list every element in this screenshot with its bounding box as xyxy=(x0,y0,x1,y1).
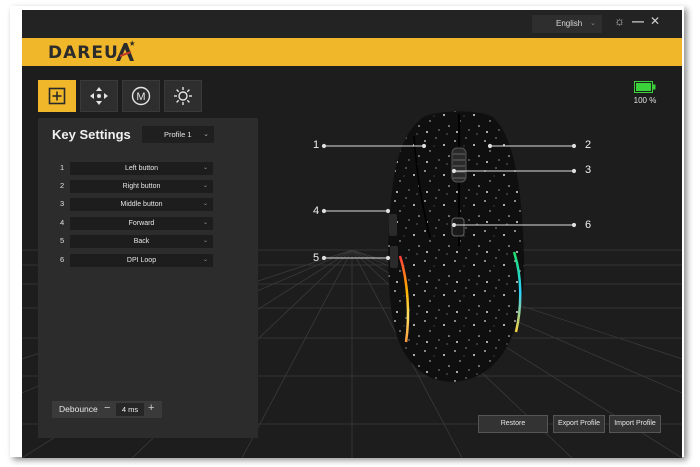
app-window: English ⌄ ☼ — ✕ DAREU M 100 % Key Settin… xyxy=(22,10,682,458)
key-row: 4 Forward ⌄ xyxy=(38,217,258,231)
key-action-label: Middle button xyxy=(120,201,163,208)
callout-3: 3 xyxy=(585,164,592,176)
chevron-down-icon: ⌄ xyxy=(202,257,208,263)
tab-key-settings[interactable] xyxy=(38,80,76,112)
key-action-select[interactable]: Forward ⌄ xyxy=(70,217,213,230)
logo-mark-icon xyxy=(116,40,135,61)
panel-title: Key Settings xyxy=(52,127,131,142)
chevron-down-icon: ⌄ xyxy=(202,220,208,226)
callout-6: 6 xyxy=(585,219,592,231)
callout-4: 4 xyxy=(313,205,320,217)
move-arrows-icon xyxy=(90,87,108,105)
title-bar: English ⌄ ☼ — ✕ xyxy=(22,10,682,38)
language-select[interactable]: English ⌄ xyxy=(532,15,602,33)
tab-lighting[interactable] xyxy=(164,80,202,112)
key-action-select[interactable]: DPI Loop ⌄ xyxy=(70,254,213,267)
minimize-icon[interactable]: — xyxy=(632,14,644,28)
key-number: 5 xyxy=(60,236,65,245)
key-number: 3 xyxy=(60,199,65,208)
battery-icon xyxy=(634,81,656,93)
restore-button[interactable]: Restore xyxy=(478,415,548,433)
export-profile-button[interactable]: Export Profile xyxy=(553,415,605,433)
key-row: 3 Middle button ⌄ xyxy=(38,198,258,212)
import-profile-button[interactable]: Import Profile xyxy=(609,415,661,433)
debounce-value[interactable]: 4 ms xyxy=(116,403,144,416)
profile-select[interactable]: Profile 1 ⌄ xyxy=(142,126,214,143)
svg-text:M: M xyxy=(136,91,145,103)
key-action-label: Left button xyxy=(124,165,159,172)
key-row: 6 DPI Loop ⌄ xyxy=(38,254,258,268)
profile-label: Profile 1 xyxy=(164,130,192,139)
debounce-label: Debounce xyxy=(59,404,98,414)
key-action-select[interactable]: Back ⌄ xyxy=(70,235,213,248)
chevron-down-icon: ⌄ xyxy=(202,165,208,171)
key-number: 4 xyxy=(60,218,65,227)
debounce-decrease-button[interactable]: − xyxy=(104,402,110,414)
callout-1: 1 xyxy=(313,139,320,151)
key-action-label: Back xyxy=(133,238,150,245)
language-label: English xyxy=(556,19,583,28)
chevron-down-icon: ⌄ xyxy=(202,183,208,189)
chevron-down-icon: ⌄ xyxy=(590,20,596,27)
battery-level: 100 % xyxy=(633,96,657,105)
callout-lines xyxy=(321,143,577,261)
callout-5: 5 xyxy=(313,252,320,264)
key-row: 5 Back ⌄ xyxy=(38,235,258,249)
key-number: 2 xyxy=(60,181,65,190)
chevron-down-icon: ⌄ xyxy=(202,201,208,207)
key-number: 1 xyxy=(60,163,65,172)
key-action-select[interactable]: Left button ⌄ xyxy=(70,162,213,175)
dareu-logo: DAREU xyxy=(48,43,119,63)
tab-dpi[interactable] xyxy=(80,80,118,112)
debounce-increase-button[interactable]: + xyxy=(148,402,154,414)
key-action-select[interactable]: Right button ⌄ xyxy=(70,180,213,193)
m-circle-icon: M xyxy=(131,86,151,106)
key-number: 6 xyxy=(60,255,65,264)
chevron-down-icon: ⌄ xyxy=(203,131,209,138)
sun-icon xyxy=(174,87,192,105)
gear-icon[interactable]: ☼ xyxy=(614,14,625,28)
chevron-down-icon: ⌄ xyxy=(202,238,208,244)
debounce-control: Debounce − 4 ms + xyxy=(52,401,162,418)
key-row: 1 Left button ⌄ xyxy=(38,162,258,176)
callout-2: 2 xyxy=(585,139,592,151)
tab-macro[interactable]: M xyxy=(122,80,160,112)
key-action-label: Forward xyxy=(128,220,155,227)
close-icon[interactable]: ✕ xyxy=(650,14,660,28)
key-row: 2 Right button ⌄ xyxy=(38,180,258,194)
key-action-label: Right button xyxy=(122,183,161,190)
plus-square-icon xyxy=(48,87,66,105)
key-action-label: DPI Loop xyxy=(126,257,157,264)
key-settings-panel: Key Settings Profile 1 ⌄ 1 Left button ⌄… xyxy=(38,118,258,438)
key-action-select[interactable]: Middle button ⌄ xyxy=(70,198,213,211)
